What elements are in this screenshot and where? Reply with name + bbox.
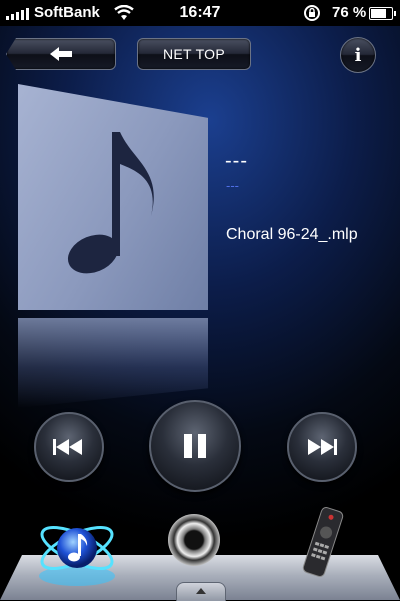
pause-button[interactable] <box>149 400 241 492</box>
battery-icon <box>369 7 396 20</box>
skip-previous-icon <box>53 439 82 455</box>
previous-track-button[interactable] <box>34 412 104 482</box>
next-track-button[interactable] <box>287 412 357 482</box>
app-screen: SoftBank 16:47 76 % NET TOP i --- --- Ch… <box>0 0 400 601</box>
music-source-tab[interactable] <box>34 506 120 592</box>
artist-name: --- <box>226 178 239 193</box>
info-button[interactable]: i <box>340 37 376 73</box>
artwork-reflection <box>18 318 208 408</box>
speaker-tab[interactable] <box>168 514 220 566</box>
skip-next-icon <box>308 439 337 455</box>
battery-percent: 76 % <box>332 4 367 21</box>
nettop-button[interactable]: NET TOP <box>137 38 251 70</box>
track-title: --- <box>225 150 248 172</box>
dock-expand-button[interactable] <box>176 582 226 601</box>
back-button[interactable] <box>6 38 116 70</box>
file-name: Choral 96-24_.mlp <box>226 226 358 243</box>
info-icon: i <box>354 44 362 66</box>
remote-control-icon <box>302 507 344 577</box>
music-note-icon <box>67 132 154 274</box>
album-artwork <box>18 84 208 310</box>
arrow-left-icon <box>50 47 72 61</box>
rotation-lock-icon <box>304 5 320 21</box>
pause-icon <box>184 434 206 458</box>
remote-control-tab[interactable] <box>298 506 348 578</box>
status-bar: SoftBank 16:47 76 % <box>0 0 400 26</box>
